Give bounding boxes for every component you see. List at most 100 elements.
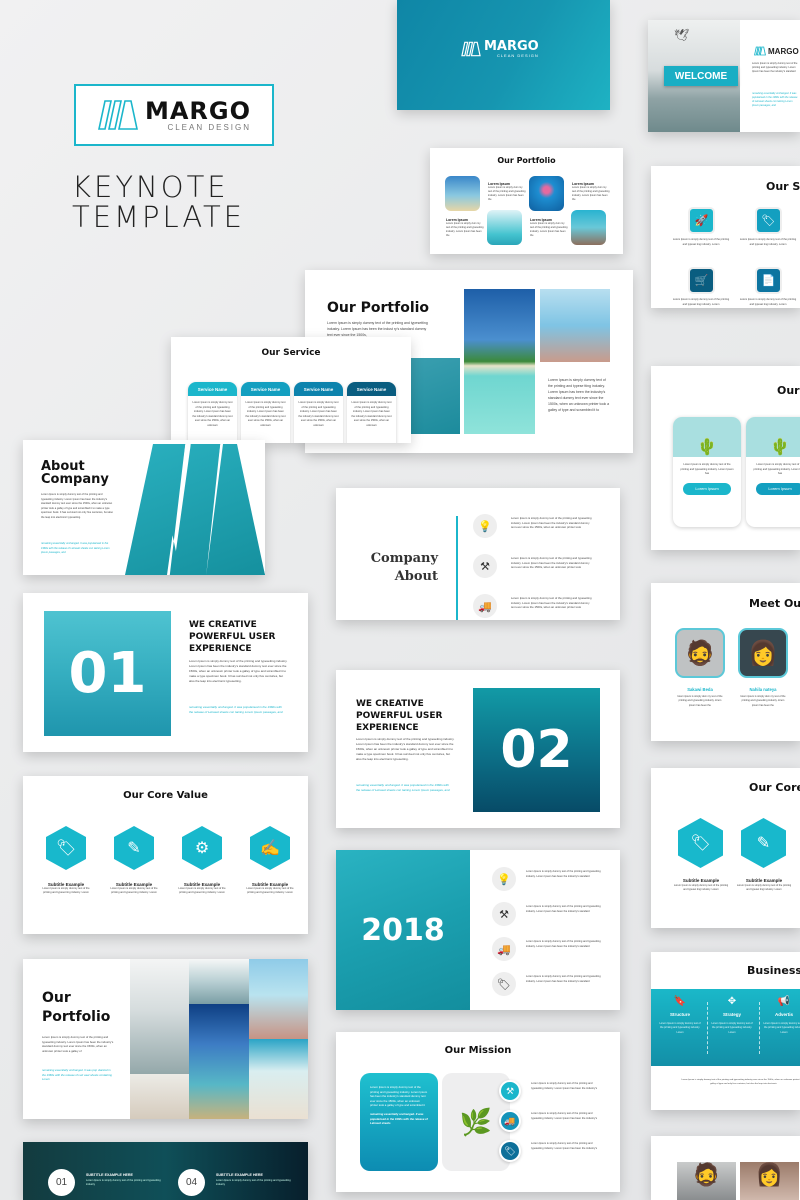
slide-service[interactable]: Our Service Service Name Lorem Ipsum is s… [171,337,411,443]
business-icon: 🔖 [673,996,687,1007]
tag-icon: 🏷 [492,972,516,996]
dashed-divider [707,1002,708,1054]
tag-icon[interactable]: 🏷 [755,207,782,234]
item-text: Lorem Ipsum is simply dummy text of the … [511,596,592,610]
item-text: Lorem Ipsum is simply dummy text of the … [526,870,601,878]
brand-logo-box: MARGO CLEAN DESIGN [74,84,274,146]
brand-name: MARGO [144,96,252,125]
margo-logo-icon [461,41,481,57]
card-button[interactable]: Lorem Ipsum [683,482,731,495]
item-text: Lorem Ipsum is simply dum my text of the… [572,186,610,201]
mobile-gear-icon: ⚙ [182,826,222,870]
portfolio-image [571,210,606,245]
service-card-header: Service Name [294,382,343,396]
slide-subtitles[interactable]: 01 SUBTITLE EXAMPLE HERE Lorem Ipsum is si… [23,1142,308,1200]
slide-portfolio-grid[interactable]: Our Portfolio Lorem Ipsum Lorem Ipsum is … [430,148,623,254]
accent-divider [456,516,458,620]
title-line1: Our [42,990,71,1006]
title-line2: About [394,569,438,584]
item-text: Lorem Ipsum is simply dummy text of the … [739,238,797,246]
item-text: Lorem Ipsum is simply dummy text of the … [673,884,729,892]
edit-document-icon: ✍ [250,826,290,870]
slide-title: WE CREATIVE POWERFUL USER EXPERIENCE [356,699,443,733]
slide-our-cards[interactable]: Our 🌵 Lorem Ipsum is simply dummy text of… [651,366,800,550]
slide-italic: remaining essentially unchanged. It was … [356,783,450,792]
slide-team-photos[interactable]: 🧔 👩 [651,1136,800,1200]
item-text: Lorem Ipsum is simply dummy text of the … [672,298,730,306]
slide-our-services[interactable]: Our S 🚀 Lorem Ipsum is simply dummy text … [651,166,800,308]
item-text: Lorem Ipsum is simply dummy text of the … [511,516,592,530]
lightbulb-icon: 💡 [492,867,516,891]
box-italic: remaining essentially unchanged. It was … [370,1111,428,1126]
slide-about-company[interactable]: About Company Lorem Ipsum is simply dumm… [23,440,265,575]
item-text: Lorem Ipsum is simply dummy text of the … [531,1112,598,1120]
slide-title: Our Core [749,781,800,794]
slide-core-value[interactable]: Our Core Value 🏷 Subtitle Example Lorem Ip… [23,776,308,934]
member-bio: lorem ipsum is simply dum my text of the… [677,695,723,707]
slide-cover[interactable]: MARGO CLEAN DESIGN [397,0,610,110]
slide-portfolio-collage[interactable]: Our Portfolio Lorem Ipsum is simply dumm… [23,959,308,1119]
core-value-item: ⚙ Subtitle Example Lorem Ipsum is simply d… [177,826,227,895]
item-text: Lorem Ipsum is simply dummy text of the … [110,887,158,894]
slide-creative-02[interactable]: WE CREATIVE POWERFUL USER EXPERIENCE Lor… [336,670,620,828]
team-photo: 🧔 [677,1162,736,1200]
subtitle-title: SUBTITLE EXAMPLE HERE [216,1173,263,1177]
hexagon-icon: 🏷 [678,818,723,868]
item-text: Lorem Ipsum is simply dummy text of the … [736,884,792,892]
subtitle-text: Lorem Ipsum is simply dummy text of the … [216,1179,291,1186]
pier-image [249,959,308,1039]
slide-year[interactable]: 2018 💡 Lorem Ipsum is simply dummy text o… [336,850,620,1010]
island-image [464,289,535,434]
document-icon[interactable]: 📄 [755,267,782,294]
service-card-header: Service Name [188,382,237,396]
rocket-icon[interactable]: 🚀 [688,207,715,234]
business-label: Advertis [774,1012,793,1017]
business-text: Lorem Ipsum is simply dummy text of the … [763,1022,800,1034]
box-text: Lorem Ipsum is simply dummy text of the … [370,1085,428,1108]
service-card[interactable]: Service Name Lorem Ipsum is simply dummy … [188,382,237,443]
business-label: Strategy [722,1012,741,1017]
product-card[interactable]: 🌵 Lorem Ipsum is simply dummy text of the… [746,417,800,527]
tablet-image [189,959,249,1004]
slide-company-about[interactable]: Company About 💡 Lorem Ipsum is simply dum… [336,488,620,620]
slide-title: About Company [41,460,109,486]
title-line2: Portfolio [42,1009,111,1025]
subtitle-text: Lorem Ipsum is simply dummy text of the … [86,1179,161,1186]
truck-icon: 🚚 [473,594,497,618]
pier-image [540,289,610,362]
slide-mission[interactable]: Our Mission Lorem Ipsum is simply dummy … [336,1032,620,1192]
member-name: Sakawi Beda [687,687,713,692]
truck-icon: 🚚 [492,937,516,961]
cactus-image: 🌵 [746,417,800,457]
service-card[interactable]: Service Name Lorem Ipsum is simply dummy … [347,382,396,443]
slide-title: Our Portfolio [42,989,110,1027]
portfolio-image [487,210,522,245]
slide-italic: remaining essentially unchanged. It was … [41,542,110,554]
lightbulb-icon: 💡 [473,514,497,538]
item-text: Lorem Ipsum is simply dummy text of the … [739,298,797,306]
slide-title: Our [777,384,800,397]
service-card[interactable]: Service Name Lorem Ipsum is simply dummy … [241,382,290,443]
slide-team[interactable]: Meet Ou 🧔 Sakawi Beda lorem ipsum is simpl… [651,583,800,741]
slide-creative-01[interactable]: 01 WE CREATIVE POWERFUL USER EXPERIENCE … [23,593,308,752]
cart-icon[interactable]: 🛒 [688,267,715,294]
item-text: Lorem Ipsum is simply dum my text of the… [530,222,568,237]
bird-image: 🕊 [674,28,690,42]
service-card[interactable]: Service Name Lorem Ipsum is simply dummy … [294,382,343,443]
product-card[interactable]: 🌵 Lorem Ipsum is simply dummy text of the… [673,417,741,527]
business-icon: 📢 [777,996,791,1007]
slide-business[interactable]: Business 🔖 Structure Lorem Ipsum is simply… [651,952,800,1110]
slide-welcome[interactable]: 🕊 WELCOME MARGO Lorem Ipsum is simply du… [648,20,800,132]
hexagon-icon: ✎ [741,818,786,868]
subtitle-title: SUBTITLE EXAMPLE HERE [86,1173,133,1177]
slide-title: Our S [766,180,800,193]
member-photo: 👩 [738,628,788,678]
slide-title: Our Mission [444,1045,512,1056]
card-button[interactable]: Lorem Ipsum [756,482,800,495]
tag-icon: 🏷 [499,1140,521,1162]
core-value-item: 🏷 Subtitle Example Lorem Ipsum is simply d… [41,826,91,895]
year-number: 2018 [361,912,445,948]
cactus-image: 🌵 [673,417,741,457]
dashed-divider [759,1002,760,1054]
slide-core-value-2[interactable]: Our Core 🏷 Subtitle Example Lorem Ipsum is… [651,768,800,928]
